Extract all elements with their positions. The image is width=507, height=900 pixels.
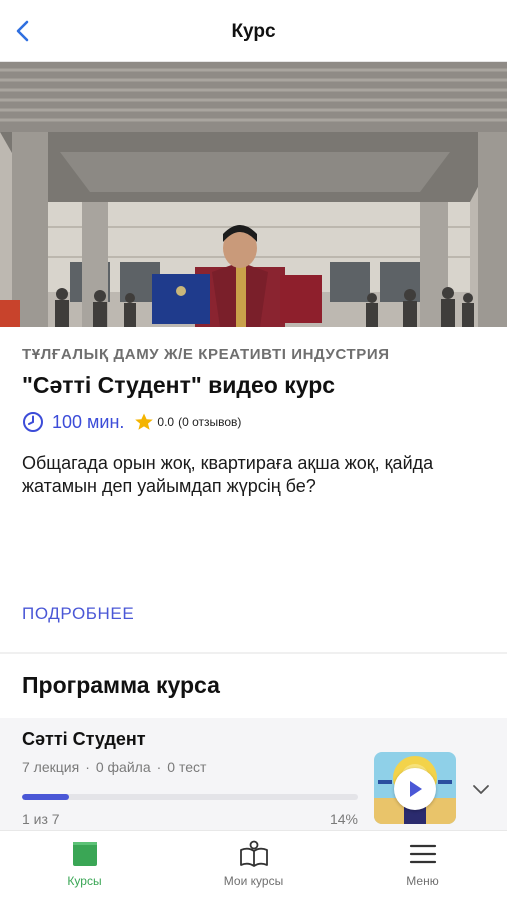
section-divider	[0, 652, 507, 654]
more-details-link[interactable]: ПОДРОБНЕЕ	[22, 604, 134, 624]
play-button[interactable]	[394, 768, 436, 810]
top-bar: Курс	[0, 0, 507, 62]
open-book-icon	[239, 839, 269, 869]
tab-menu[interactable]: Меню	[338, 831, 507, 900]
tab-label: Мои курсы	[223, 874, 284, 888]
hamburger-icon	[408, 839, 438, 869]
module-card[interactable]: Сәтті Студент 7 лекция · 0 файла · 0 тест 1 …	[0, 718, 507, 830]
lecture-count: 7 лекция	[22, 759, 80, 775]
file-count: 0 файла	[95, 759, 151, 775]
course-category: ТҰЛҒАЛЫҚ ДАМУ Ж/Е КРЕАТИВТІ ИНДУСТРИЯ	[22, 346, 390, 363]
course-cover-image	[0, 62, 507, 327]
book-filled-icon	[70, 839, 100, 869]
play-icon	[410, 781, 422, 797]
rating-value: 0.0	[157, 415, 175, 429]
module-video-thumbnail[interactable]	[374, 752, 456, 824]
bottom-tab-bar: Курсы Мои курсы Меню	[0, 830, 507, 900]
progress-fill	[22, 794, 70, 800]
course-duration: 100 мин.	[52, 411, 125, 432]
module-meta: 7 лекция · 0 файла · 0 тест	[22, 759, 206, 775]
progress-percent: 14%	[329, 811, 358, 827]
reviews-count: (0 отзывов)	[178, 415, 242, 429]
meta-separator: ·	[85, 759, 90, 775]
page-title: Курс	[231, 21, 276, 42]
module-title: Сәтті Студент	[22, 729, 146, 749]
progress-bar	[22, 794, 358, 800]
star-icon	[135, 413, 154, 430]
tab-label: Меню	[406, 874, 439, 888]
test-count: 0 тест	[167, 759, 207, 775]
progress-count: 1 из 7	[22, 811, 60, 827]
course-description: Общагада орын жоқ, квартираға ақша жоқ, …	[22, 453, 434, 496]
tab-my-courses[interactable]: Мои курсы	[169, 831, 338, 900]
meta-separator: ·	[156, 759, 162, 775]
course-meta: 100 мин. 0.0 (0 отзывов)	[22, 410, 241, 434]
program-title: Программа курса	[22, 672, 220, 698]
tab-courses[interactable]: Курсы	[0, 831, 169, 900]
tab-label: Курсы	[67, 874, 102, 888]
clock-icon	[23, 412, 43, 432]
chevron-down-icon[interactable]	[470, 778, 492, 800]
course-title: "Сәтті Студент" видео курс	[22, 372, 336, 398]
